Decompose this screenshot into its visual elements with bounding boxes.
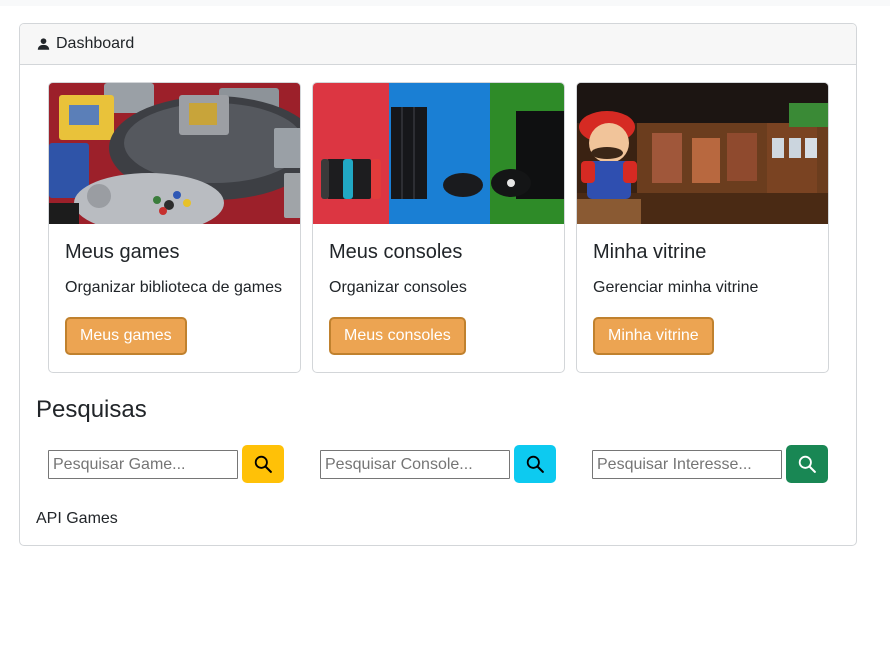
card-meus-consoles: Meus consoles Organizar consoles Meus co… [312,82,565,373]
consoles-image [313,83,564,224]
search-icon [526,455,544,473]
meus-consoles-button[interactable]: Meus consoles [329,317,466,355]
search-game-button[interactable] [242,445,284,483]
api-games-text: API Games [36,510,118,527]
section-title: Pesquisas [36,396,147,423]
minha-vitrine-button[interactable]: Minha vitrine [593,317,714,355]
card-text: Organizar biblioteca de games [65,279,283,296]
meus-games-button[interactable]: Meus games [65,317,187,355]
search-game-input[interactable] [48,450,238,479]
search-interesse-button[interactable] [786,445,828,483]
showroom-image [577,83,828,224]
search-interesse-input[interactable] [592,450,782,479]
card-meus-games: Meus games Organizar biblioteca de games… [48,82,301,373]
top-bar [0,0,890,6]
card-text: Gerenciar minha vitrine [593,279,759,296]
search-console-input[interactable] [320,450,510,479]
panel-header: Dashboard [20,24,856,65]
search-icon [798,455,816,473]
search-console-button[interactable] [514,445,556,483]
card-title: Minha vitrine [593,241,707,263]
search-icon [254,455,272,473]
panel-title: Dashboard [56,35,135,52]
card-title: Meus consoles [329,241,463,263]
card-text: Organizar consoles [329,279,467,296]
card-title: Meus games [65,241,180,263]
card-minha-vitrine: Minha vitrine Gerenciar minha vitrine Mi… [576,82,829,373]
user-icon [37,38,50,50]
n64-games-image [49,83,300,224]
dashboard-panel: Dashboard Meus games Organizar bibliotec… [19,23,857,546]
